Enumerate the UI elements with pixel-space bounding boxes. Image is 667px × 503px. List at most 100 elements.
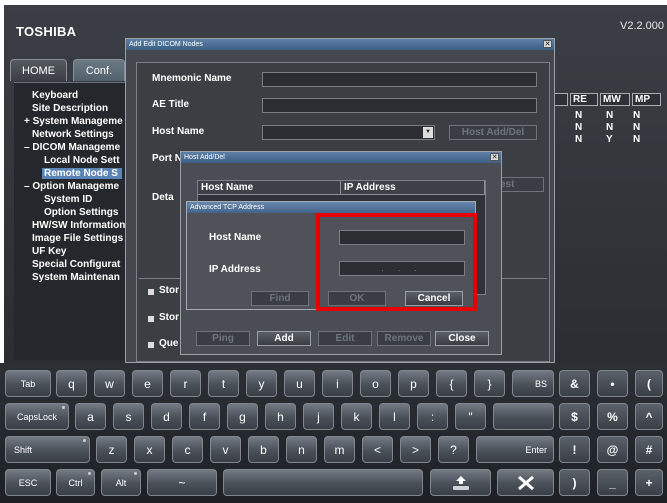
remove-button[interactable]: Remove bbox=[377, 331, 431, 346]
settings-tree-panel: Keyboard Site Description + System Manag… bbox=[14, 82, 128, 360]
highlight-box bbox=[316, 213, 477, 311]
tree-item-dicom-management[interactable]: – DICOM Manageme bbox=[24, 142, 120, 153]
tree-item-option-settings[interactable]: Option Settings bbox=[44, 207, 118, 218]
key-r[interactable]: r bbox=[170, 370, 201, 397]
key-b[interactable]: b bbox=[248, 436, 279, 463]
key-t[interactable]: t bbox=[208, 370, 239, 397]
table-cell: N bbox=[633, 134, 641, 145]
tree-item-system-management[interactable]: + System Manageme bbox=[24, 116, 123, 127]
checkbox[interactable] bbox=[148, 316, 154, 322]
close-button[interactable]: Close bbox=[435, 331, 489, 346]
key-h[interactable]: h bbox=[265, 403, 296, 430]
tree-item-keyboard[interactable]: Keyboard bbox=[32, 90, 78, 101]
checkbox[interactable] bbox=[148, 289, 154, 295]
key-blank[interactable] bbox=[493, 403, 554, 430]
tree-item-option-management[interactable]: – Option Manageme bbox=[24, 181, 119, 192]
keyboard-toggle-icon[interactable] bbox=[430, 469, 491, 496]
key-exclamation[interactable]: ! bbox=[559, 436, 590, 463]
key-x[interactable]: x bbox=[134, 436, 165, 463]
key-underscore[interactable]: _ bbox=[597, 469, 628, 496]
host-add-del-button[interactable]: Host Add/Del bbox=[449, 125, 537, 140]
key-escape[interactable]: ESC bbox=[5, 469, 51, 496]
key-ampersand[interactable]: & bbox=[559, 370, 590, 397]
key-backspace[interactable]: BS bbox=[512, 370, 554, 397]
key-enter[interactable]: Enter bbox=[476, 436, 554, 463]
key-i[interactable]: i bbox=[322, 370, 353, 397]
close-icon[interactable]: ✕ bbox=[490, 153, 499, 161]
key-tilde[interactable]: ~ bbox=[147, 469, 217, 496]
column-header-ip-address[interactable]: IP Address bbox=[341, 181, 485, 195]
key-percent[interactable]: % bbox=[597, 403, 628, 430]
key-hash[interactable]: # bbox=[635, 436, 663, 463]
key-open-brace[interactable]: { bbox=[436, 370, 467, 397]
key-alt[interactable]: Alt bbox=[101, 469, 141, 496]
key-y[interactable]: y bbox=[246, 370, 277, 397]
ping-button[interactable]: Ping bbox=[196, 331, 250, 346]
tree-item-local-node[interactable]: Local Node Sett bbox=[44, 155, 120, 166]
tree-item-system-maintenance[interactable]: System Maintenan bbox=[32, 272, 120, 283]
checkbox[interactable] bbox=[148, 342, 154, 348]
key-caret[interactable]: ^ bbox=[635, 403, 663, 430]
key-close-paren[interactable]: ) bbox=[559, 469, 590, 496]
tree-item-hwsw-info[interactable]: HW/SW Information bbox=[32, 220, 125, 231]
key-ctrl[interactable]: Ctrl bbox=[56, 469, 95, 496]
edit-button[interactable]: Edit bbox=[318, 331, 372, 346]
chevron-down-icon[interactable]: ▼ bbox=[423, 127, 433, 138]
key-a[interactable]: a bbox=[75, 403, 106, 430]
key-v[interactable]: v bbox=[210, 436, 241, 463]
key-colon[interactable]: : bbox=[417, 403, 448, 430]
key-open-paren[interactable]: ( bbox=[635, 370, 663, 397]
key-dollar[interactable]: $ bbox=[559, 403, 590, 430]
tree-item-site-description[interactable]: Site Description bbox=[32, 103, 108, 114]
tree-item-special-config[interactable]: Special Configurat bbox=[32, 259, 120, 270]
key-q[interactable]: q bbox=[56, 370, 87, 397]
find-button[interactable]: Find bbox=[251, 291, 309, 306]
key-d[interactable]: d bbox=[151, 403, 182, 430]
key-g[interactable]: g bbox=[227, 403, 258, 430]
key-c[interactable]: c bbox=[172, 436, 203, 463]
dialog-title: Advanced TCP Address bbox=[187, 202, 475, 213]
tree-item-network-settings[interactable]: Network Settings bbox=[32, 129, 114, 140]
key-capslock[interactable]: CapsLock bbox=[5, 403, 69, 430]
key-s[interactable]: s bbox=[113, 403, 144, 430]
key-k[interactable]: k bbox=[341, 403, 372, 430]
host-name-dropdown[interactable]: ▼ bbox=[262, 125, 435, 140]
key-z[interactable]: z bbox=[96, 436, 127, 463]
key-p[interactable]: p bbox=[398, 370, 429, 397]
key-plus[interactable]: + bbox=[635, 469, 663, 496]
add-button[interactable]: Add bbox=[257, 331, 311, 346]
tree-item-system-id[interactable]: System ID bbox=[44, 194, 92, 205]
key-u[interactable]: u bbox=[284, 370, 315, 397]
key-space[interactable] bbox=[223, 469, 423, 496]
key-n[interactable]: n bbox=[286, 436, 317, 463]
tab-home[interactable]: HOME bbox=[10, 59, 67, 81]
key-w[interactable]: w bbox=[94, 370, 125, 397]
key-less-than[interactable]: < bbox=[362, 436, 393, 463]
key-close-brace[interactable]: } bbox=[474, 370, 505, 397]
key-bullet[interactable]: • bbox=[597, 370, 628, 397]
tree-item-remote-node[interactable]: Remote Node S bbox=[42, 168, 122, 179]
key-e[interactable]: e bbox=[132, 370, 163, 397]
tree-item-uf-key[interactable]: UF Key bbox=[32, 246, 66, 257]
key-greater-than[interactable]: > bbox=[400, 436, 431, 463]
column-header-host-name[interactable]: Host Name bbox=[198, 181, 341, 195]
key-l[interactable]: l bbox=[379, 403, 410, 430]
key-at[interactable]: @ bbox=[597, 436, 628, 463]
key-f[interactable]: f bbox=[189, 403, 220, 430]
tab-conf[interactable]: Conf. bbox=[73, 59, 125, 81]
key-tab[interactable]: Tab bbox=[5, 370, 51, 397]
key-quote[interactable]: " bbox=[455, 403, 486, 430]
ae-title-field[interactable] bbox=[262, 98, 537, 113]
key-m[interactable]: m bbox=[324, 436, 355, 463]
mnemonic-name-field[interactable] bbox=[262, 72, 537, 87]
key-o[interactable]: o bbox=[360, 370, 391, 397]
table-cell: N bbox=[606, 110, 614, 121]
close-keyboard-icon[interactable] bbox=[497, 469, 554, 496]
key-question[interactable]: ? bbox=[438, 436, 469, 463]
detail-label: Deta bbox=[152, 192, 174, 203]
tree-item-image-file[interactable]: Image File Settings bbox=[32, 233, 123, 244]
key-j[interactable]: j bbox=[303, 403, 334, 430]
close-icon[interactable]: ✕ bbox=[543, 40, 552, 48]
key-shift[interactable]: Shift bbox=[5, 436, 90, 463]
mnemonic-name-label: Mnemonic Name bbox=[152, 73, 232, 84]
